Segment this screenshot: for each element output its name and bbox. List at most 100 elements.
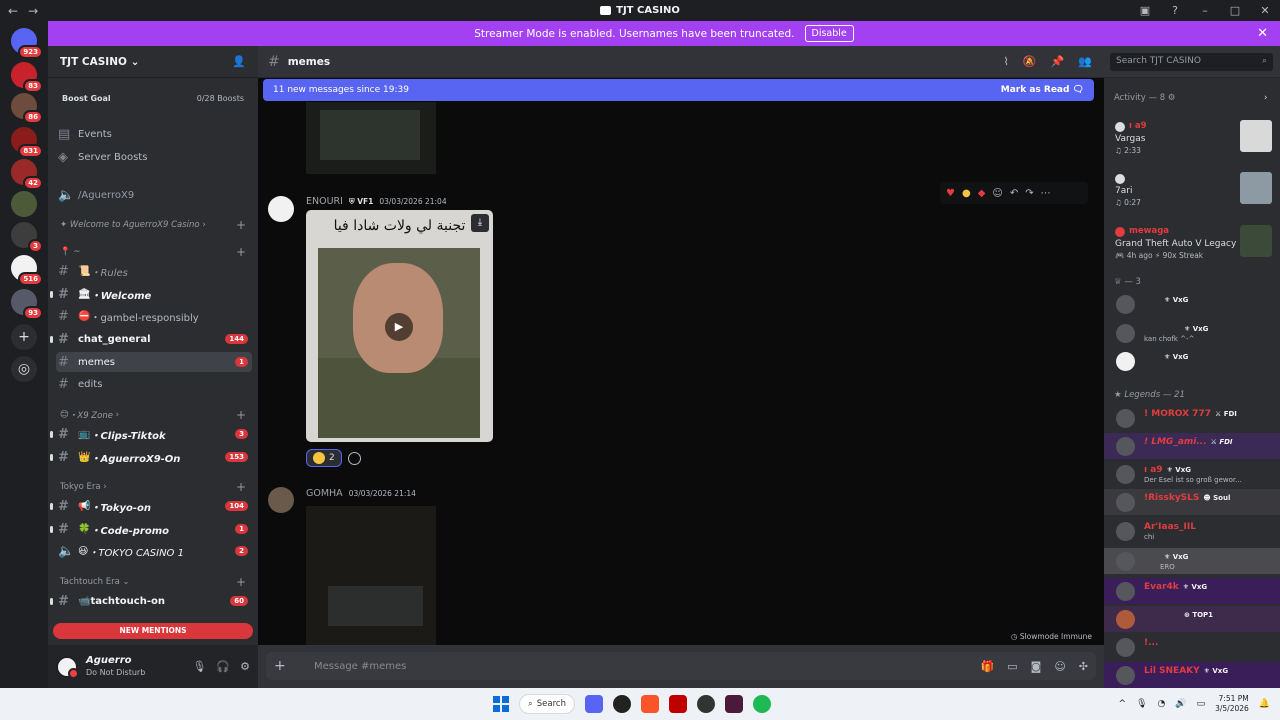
- mark-read-button[interactable]: Mark as Read 🗨: [1001, 85, 1084, 95]
- add-reaction-icon[interactable]: [348, 452, 361, 465]
- back-icon[interactable]: ←: [8, 4, 18, 18]
- windows-start-icon[interactable]: [493, 696, 509, 712]
- forward-icon[interactable]: ↷: [1025, 188, 1033, 199]
- message-author[interactable]: GOMHA: [306, 488, 343, 499]
- microphone-icon[interactable]: 🎙: [192, 660, 206, 673]
- avatar[interactable]: [56, 655, 79, 679]
- disable-streamer-button[interactable]: Disable: [804, 25, 854, 42]
- server-icon[interactable]: 831: [11, 127, 43, 158]
- previous-media[interactable]: [306, 102, 436, 174]
- member-item[interactable]: Ar'Iaas_IIL chi: [1104, 518, 1280, 544]
- microphone-icon[interactable]: 🎙: [1136, 699, 1147, 709]
- channel-edits[interactable]: # edits: [48, 374, 258, 394]
- member-item[interactable]: !RisskySLS ☻ Soul: [1104, 489, 1280, 515]
- app-icon[interactable]: [697, 695, 715, 713]
- category-welcome[interactable]: ✦ Welcome to AguerroX9 Casino › +: [48, 215, 258, 235]
- voice-channel[interactable]: 🔈/AguerroX9: [48, 185, 258, 205]
- server-icon[interactable]: [11, 191, 37, 217]
- chevron-right-icon[interactable]: ›: [1264, 93, 1267, 103]
- reply-icon[interactable]: ↶: [1010, 188, 1018, 199]
- reaction-icon[interactable]: ◆: [978, 188, 986, 199]
- notifications-muted-icon[interactable]: 🔕: [1023, 55, 1037, 68]
- notification-icon[interactable]: 🔔: [1259, 699, 1270, 709]
- member-item[interactable]: Lil SNEAKY ⚜ VxG: [1104, 662, 1280, 688]
- app-icon[interactable]: [725, 695, 743, 713]
- channel-chat-general[interactable]: # chat_general 144: [48, 329, 258, 349]
- member-item[interactable]: !...: [1104, 634, 1280, 660]
- member-item[interactable]: ⚜ VxG kan chofk ^-^: [1104, 320, 1280, 346]
- add-channel-icon[interactable]: +: [236, 218, 246, 232]
- new-messages-bar[interactable]: 11 new messages since 19:39 Mark as Read…: [263, 79, 1094, 101]
- member-item[interactable]: ⚜ VxG: [1104, 348, 1280, 374]
- help-icon[interactable]: ?: [1160, 4, 1190, 17]
- server-folder-icon[interactable]: 93: [11, 289, 43, 320]
- home-icon[interactable]: 923: [11, 28, 43, 59]
- channel-gambel[interactable]: # ⛔ ・gambel-responsibly: [48, 306, 258, 326]
- heart-icon[interactable]: ♥: [946, 188, 955, 199]
- server-icon[interactable]: 83: [11, 62, 43, 93]
- channel-tokyo-casino[interactable]: 🔈 😃 ・TOKYO CASINO 1 2: [48, 541, 258, 561]
- server-header[interactable]: TJT CASINO ⌄ 👤: [48, 46, 258, 78]
- channel-clips[interactable]: # 📺 ・Clips-Tiktok 3: [48, 424, 258, 444]
- more-icon[interactable]: ⋯: [1041, 188, 1051, 199]
- channel-memes[interactable]: # memes 1: [56, 352, 252, 372]
- member-item[interactable]: Evar4k ⚜ VxG: [1104, 578, 1280, 604]
- battery-icon[interactable]: ▭: [1197, 699, 1206, 709]
- add-channel-icon[interactable]: +: [236, 575, 246, 589]
- member-item[interactable]: ! MOROX 777 ⚔ FDI: [1104, 405, 1280, 431]
- member-item[interactable]: ⊛ TOP1: [1104, 606, 1280, 632]
- volume-icon[interactable]: 🔊: [1175, 699, 1186, 709]
- apps-icon[interactable]: ✣: [1079, 660, 1088, 673]
- category-tachtouch[interactable]: Tachtouch Era ⌄ +: [48, 572, 258, 592]
- reaction[interactable]: 2: [306, 449, 342, 467]
- taskbar-search[interactable]: ⌕ Search: [519, 694, 575, 714]
- pin-icon[interactable]: 📌: [1051, 55, 1065, 68]
- category-tokyo[interactable]: Tokyo Era › +: [48, 477, 258, 497]
- channel-rules[interactable]: # 📜 ・Rules: [48, 261, 258, 281]
- server-icon-active[interactable]: 516: [11, 255, 43, 286]
- activity-item[interactable]: 7ari ♫ 0:27: [1104, 170, 1280, 210]
- channel-welcome[interactable]: # 🏛 ・Welcome: [48, 284, 258, 304]
- avatar[interactable]: [268, 487, 294, 513]
- channel-tachtouch-on[interactable]: # 📹 tachtouch-on 60: [48, 591, 258, 611]
- channel-tokyo-on[interactable]: # 📢 ・Tokyo-on 104: [48, 496, 258, 516]
- download-icon[interactable]: ⤓: [471, 214, 489, 232]
- minimize-icon[interactable]: –: [1190, 4, 1220, 17]
- discord-app-icon[interactable]: [585, 695, 603, 713]
- member-item[interactable]: ! LMG_ami... ⚔ FDI: [1104, 433, 1280, 459]
- boost-goal[interactable]: Boost Goal 0/28 Boosts: [48, 86, 258, 110]
- discover-icon[interactable]: ◎: [11, 356, 37, 382]
- sticker-icon[interactable]: ◙: [1031, 660, 1042, 673]
- category-x9zone[interactable]: 😊 ・X9 Zone › +: [48, 405, 258, 425]
- laughing-icon[interactable]: ●: [962, 188, 971, 199]
- category-pin[interactable]: 📍 ~ +: [48, 242, 258, 262]
- gift-icon[interactable]: 🎁: [981, 660, 995, 673]
- avatar[interactable]: [268, 196, 294, 222]
- add-channel-icon[interactable]: +: [236, 408, 246, 422]
- maximize-icon[interactable]: □: [1220, 4, 1250, 17]
- channel-code-promo[interactable]: # 🍀 ・Code-promo 1: [48, 519, 258, 539]
- activity-item[interactable]: ı a9 Vargas ♫ 2:33: [1104, 118, 1280, 158]
- message-author[interactable]: ENOURI: [306, 196, 343, 207]
- close-window-icon[interactable]: ✕: [1250, 4, 1280, 17]
- gear-icon[interactable]: ⚙: [240, 660, 250, 673]
- app-icon[interactable]: [613, 695, 631, 713]
- emoji-icon[interactable]: ☺: [1054, 660, 1065, 673]
- add-server-icon[interactable]: +: [11, 324, 37, 350]
- search-input[interactable]: Search TJT CASINO ⌕: [1110, 53, 1273, 71]
- chevron-up-icon[interactable]: ^: [1119, 699, 1127, 709]
- activity-item[interactable]: mewaga Grand Theft Auto V Legacy 🎮 4h ago …: [1104, 223, 1280, 263]
- message-input[interactable]: + Message #memes 🎁 ▭ ◙ ☺ ✣: [266, 652, 1096, 680]
- server-boosts-item[interactable]: ◈ Server Boosts: [48, 147, 258, 167]
- acrobat-app-icon[interactable]: [669, 695, 687, 713]
- events-item[interactable]: ▤ Events: [48, 124, 258, 144]
- add-attachment-icon[interactable]: +: [274, 658, 298, 674]
- member-item[interactable]: ⚜ VxG ERO: [1104, 548, 1280, 574]
- brave-app-icon[interactable]: [641, 695, 659, 713]
- member-item[interactable]: ⚜ VxG: [1104, 291, 1280, 317]
- spotify-app-icon[interactable]: [753, 695, 771, 713]
- members-icon[interactable]: 👥: [1078, 55, 1092, 68]
- inbox-icon[interactable]: ▣: [1130, 4, 1160, 17]
- add-reaction-icon[interactable]: ☺: [992, 188, 1002, 199]
- channel-aguerrox9on[interactable]: # 👑 ・AguerroX9-On 153: [48, 447, 258, 467]
